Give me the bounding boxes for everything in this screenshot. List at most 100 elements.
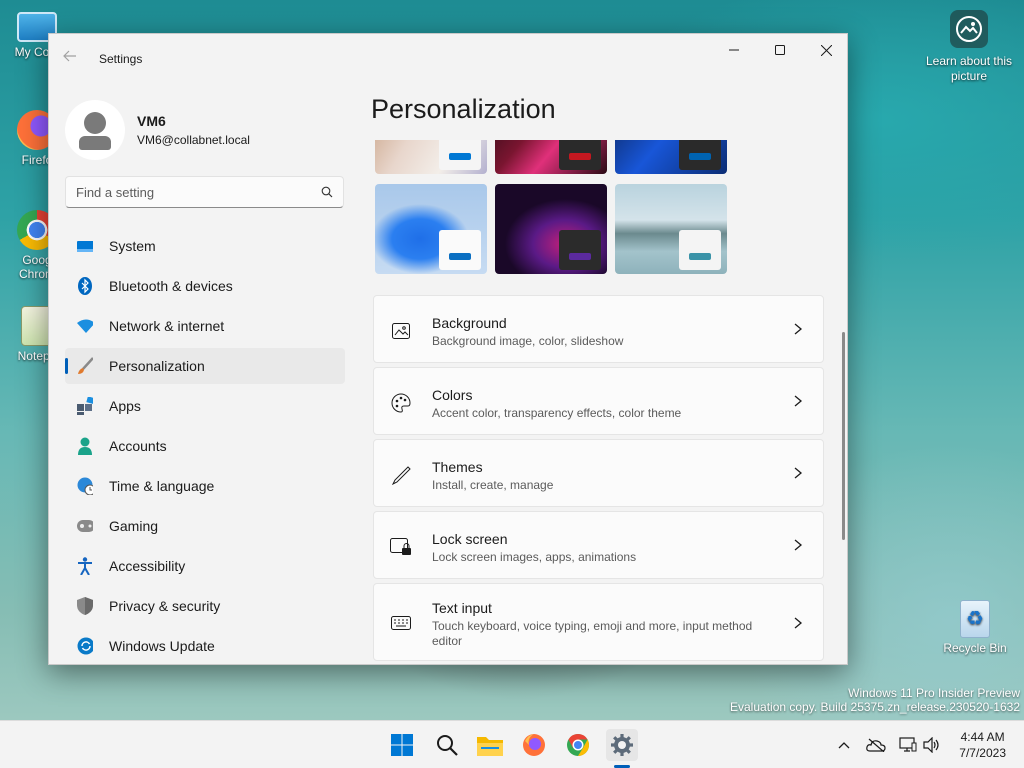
wifi-icon: [77, 318, 93, 334]
taskbar-chrome[interactable]: [562, 729, 594, 761]
sidebar-item-label: Time & language: [109, 478, 215, 494]
user-profile[interactable]: VM6 VM6@collabnet.local: [65, 98, 250, 162]
sidebar-item-network[interactable]: Network & internet: [65, 308, 345, 344]
card-title: Colors: [432, 387, 473, 403]
card-subtitle: Background image, color, slideshow: [432, 334, 624, 348]
watermark-line-2: Evaluation copy. Build 25375.zn_release.…: [730, 700, 1020, 714]
sidebar-item-label: System: [109, 238, 156, 254]
card-title: Text input: [432, 600, 492, 616]
maximize-button[interactable]: [757, 34, 803, 66]
card-title: Background: [432, 315, 507, 331]
taskbar-file-explorer[interactable]: [474, 729, 506, 761]
show-hidden-icons-button[interactable]: [834, 735, 854, 755]
vertical-scrollbar[interactable]: [842, 332, 845, 540]
card-subtitle: Lock screen images, apps, animations: [432, 550, 637, 564]
sidebar-item-label: Personalization: [109, 358, 205, 374]
sidebar-item-label: Network & internet: [109, 318, 225, 334]
setting-card-text-input[interactable]: Text input Touch keyboard, voice typing,…: [373, 583, 824, 661]
sidebar-item-label: Windows Update: [109, 638, 215, 654]
watermark-line-1: Windows 11 Pro Insider Preview: [848, 686, 1020, 700]
gamepad-icon: [77, 518, 93, 534]
setting-card-lock-screen[interactable]: Lock screen Lock screen images, apps, an…: [373, 511, 824, 579]
network-tray-button[interactable]: [898, 735, 918, 755]
sidebar-item-accounts[interactable]: Accounts: [65, 428, 345, 464]
card-subtitle: Touch keyboard, voice typing, emoji and …: [432, 619, 753, 648]
sidebar-item-gaming[interactable]: Gaming: [65, 508, 345, 544]
close-button[interactable]: [803, 34, 847, 66]
chevron-up-icon: [838, 742, 850, 749]
sidebar-item-time-language[interactable]: Time & language: [65, 468, 345, 504]
evaluation-watermark: Windows 11 Pro Insider Preview Evaluatio…: [730, 686, 1020, 714]
sidebar-item-personalization[interactable]: Personalization: [65, 348, 345, 384]
sidebar-item-label: Apps: [109, 398, 141, 414]
apps-icon: [77, 397, 93, 415]
recycle-bin-label: Recycle Bin: [943, 641, 1007, 655]
content-scroll-area[interactable]: Background Background image, color, slid…: [359, 140, 847, 664]
chevron-right-icon: [794, 617, 803, 629]
search-box[interactable]: [65, 176, 344, 208]
sidebar-item-windows-update[interactable]: Windows Update: [65, 628, 345, 664]
sidebar-item-label: Accounts: [109, 438, 167, 454]
main-content: Personalization Background Background im…: [359, 82, 847, 664]
chrome-icon: [567, 734, 589, 756]
sidebar-item-label: Accessibility: [109, 558, 186, 574]
taskbar-search-button[interactable]: [431, 729, 463, 761]
title-bar[interactable]: Settings: [49, 34, 847, 82]
start-icon: [391, 734, 413, 756]
sidebar-item-apps[interactable]: Apps: [65, 388, 345, 424]
setting-card-background[interactable]: Background Background image, color, slid…: [373, 295, 824, 363]
setting-card-themes[interactable]: Themes Install, create, manage: [373, 439, 824, 507]
theme-window-preview: [679, 230, 721, 270]
desktop-icon-recycle-bin[interactable]: ♻ Recycle Bin: [940, 600, 1010, 655]
bluetooth-icon: [77, 277, 93, 295]
window-title: Settings: [99, 52, 143, 66]
theme-thumbnail-1[interactable]: [375, 140, 487, 174]
search-icon[interactable]: [321, 186, 333, 198]
learn-about-picture[interactable]: Learn about this picture: [924, 10, 1014, 84]
brush-icon: [77, 357, 93, 374]
sidebar-item-system[interactable]: System: [65, 228, 345, 264]
theme-thumbnail-3[interactable]: [615, 140, 727, 174]
theme-thumbnail-6[interactable]: [615, 184, 727, 274]
search-input[interactable]: [76, 184, 321, 200]
chevron-right-icon: [794, 467, 803, 479]
lock-screen-icon: [390, 536, 412, 558]
theme-window-preview: [439, 230, 481, 270]
back-arrow-icon[interactable]: [63, 49, 83, 69]
taskbar-firefox[interactable]: [518, 729, 550, 761]
taskbar-settings[interactable]: [606, 729, 638, 761]
nav-list: System Bluetooth & devices Network & int…: [65, 228, 345, 664]
card-subtitle: Install, create, manage: [432, 478, 554, 492]
sidebar-item-accessibility[interactable]: Accessibility: [65, 548, 345, 584]
clock[interactable]: 4:44 AM 7/7/2023: [959, 729, 1006, 761]
theme-thumbnail-2[interactable]: [495, 140, 607, 174]
onedrive-icon: [866, 738, 886, 752]
start-button[interactable]: [386, 729, 418, 761]
chevron-right-icon: [794, 323, 803, 335]
volume-tray-button[interactable]: [922, 735, 942, 755]
theme-window-preview: [559, 140, 601, 170]
network-icon: [899, 737, 917, 752]
theme-thumbnail-5[interactable]: [495, 184, 607, 274]
theme-window-preview: [439, 140, 481, 170]
user-email: VM6@collabnet.local: [137, 133, 250, 147]
setting-card-colors[interactable]: Colors Accent color, transparency effect…: [373, 367, 824, 435]
sidebar-item-label: Privacy & security: [109, 598, 221, 614]
settings-window: Settings VM6 VM6@collabnet.local Find a …: [48, 33, 848, 665]
minimize-button[interactable]: [711, 34, 757, 66]
sidebar-item-bluetooth[interactable]: Bluetooth & devices: [65, 268, 345, 304]
volume-icon: [923, 737, 939, 753]
onedrive-tray-button[interactable]: [866, 735, 886, 755]
minimize-icon: [729, 49, 739, 51]
avatar: [65, 100, 125, 160]
clock-date: 7/7/2023: [959, 746, 1006, 760]
accessibility-icon: [77, 557, 93, 575]
learn-about-label: Learn about this picture: [925, 54, 1013, 83]
sidebar-item-privacy-security[interactable]: Privacy & security: [65, 588, 345, 624]
chevron-right-icon: [794, 539, 803, 551]
sidebar-item-label: Gaming: [109, 518, 159, 534]
pen-icon: [390, 464, 412, 486]
theme-thumbnail-4[interactable]: [375, 184, 487, 274]
close-icon: [820, 44, 832, 56]
search-icon: [437, 735, 458, 756]
